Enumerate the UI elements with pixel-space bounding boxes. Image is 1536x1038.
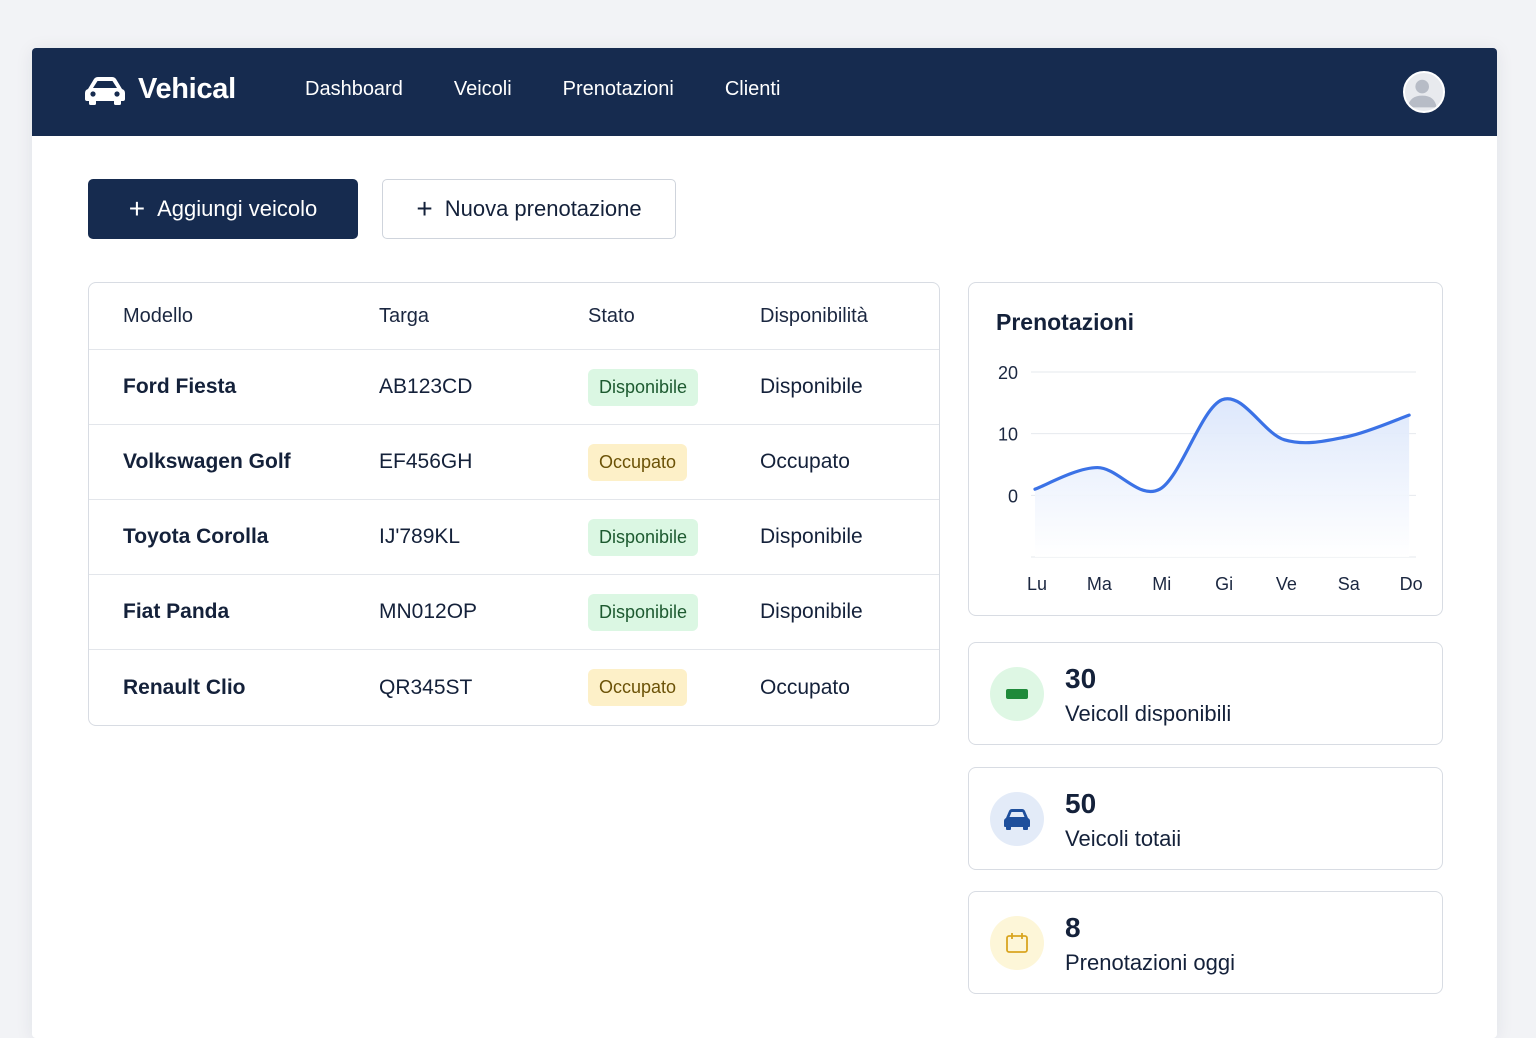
vehicles-table: Modello Targa Stato Disponibilità Ford F… — [88, 282, 940, 726]
stat-card-total[interactable]: 50 Veicoli totaii — [968, 767, 1443, 870]
y-tick-label: 20 — [998, 363, 1018, 383]
plate-cell: QR345ST — [379, 675, 473, 699]
app-window: Vehical Dashboard Veicoli Prenotazioni C… — [32, 48, 1497, 1038]
status-cell: Disponibile — [588, 575, 699, 649]
app-name: Vehical — [138, 72, 236, 105]
header-targa[interactable]: Targa — [379, 283, 429, 349]
car-logo-icon — [85, 77, 125, 105]
status-badge: Occupato — [588, 443, 688, 481]
bookings-chart-card: 20 10 0 Lu Ma Mi Gi Ve Sa Do Prenotazioni — [968, 282, 1443, 616]
model-cell: Ford Fiesta — [123, 375, 237, 398]
calendar-icon — [990, 916, 1044, 970]
table-header: Modello Targa Stato Disponibilità — [89, 283, 939, 350]
table-row[interactable]: Fiat Panda MN012OP Disponibile Disponibi… — [89, 575, 939, 650]
x-tick-label: Ma — [1087, 574, 1113, 594]
today-count: 8 — [1065, 912, 1081, 943]
status-cell: Disponibile — [588, 350, 699, 424]
nav-clienti[interactable]: Clienti — [725, 78, 781, 101]
availability-cell: Occupato — [760, 675, 850, 699]
plus-icon: + — [128, 193, 146, 224]
main-nav: Dashboard Veicoli Prenotazioni Clienti — [305, 78, 831, 101]
chart-title: Prenotazioni — [996, 309, 1135, 335]
status-cell: Occupato — [588, 650, 688, 725]
x-tick-label: Sa — [1338, 574, 1361, 594]
add-vehicle-button[interactable]: + Aggiungi veicolo — [88, 179, 358, 239]
x-tick-label: Ve — [1276, 574, 1297, 594]
plate-cell: IJ'789KL — [379, 525, 461, 548]
y-tick-label: 0 — [1008, 486, 1018, 506]
model-cell: Renault Clio — [123, 675, 246, 699]
stat-card-today[interactable]: 8 Prenotazioni oggi — [968, 891, 1443, 994]
stat-card-available[interactable]: 30 Veicoll disponibili — [968, 642, 1443, 745]
plus-icon: + — [416, 193, 433, 224]
model-cell: Toyota Corolla — [123, 525, 269, 548]
nav-dashboard[interactable]: Dashboard — [305, 78, 403, 101]
availability-cell: Disponibile — [760, 525, 863, 548]
x-tick-label: Lu — [1027, 574, 1047, 594]
x-tick-label: Gi — [1215, 574, 1233, 594]
available-label: Veicoll disponibili — [1065, 701, 1232, 726]
table-row[interactable]: Volkswagen Golf EF456GH Occupato Occupat… — [89, 425, 939, 500]
nav-prenotazioni[interactable]: Prenotazioni — [563, 78, 674, 101]
model-cell: Fiat Panda — [123, 600, 230, 623]
availability-cell: Occupato — [760, 450, 850, 473]
availability-cell: Disponibile — [760, 600, 863, 623]
x-tick-label: Do — [1400, 574, 1423, 594]
header-modello[interactable]: Modello — [123, 283, 193, 349]
status-badge: Disponibile — [588, 593, 699, 631]
table-row[interactable]: Ford Fiesta AB123CD Disponibile Disponib… — [89, 350, 939, 425]
green-card-icon — [990, 667, 1044, 721]
header-disponibilita[interactable]: Disponibilità — [760, 283, 868, 349]
car-icon — [990, 792, 1044, 846]
today-label: Prenotazioni oggi — [1065, 950, 1236, 975]
status-badge: Disponibile — [588, 368, 699, 406]
table-row[interactable]: Toyota Corolla IJ'789KL Disponibile Disp… — [89, 500, 939, 575]
availability-cell: Disponibile — [760, 375, 863, 398]
user-avatar[interactable] — [1403, 71, 1445, 113]
table-row[interactable]: Renault Clio QR345ST Occupato Occupato — [89, 650, 939, 725]
available-count: 30 — [1065, 663, 1097, 694]
total-count: 50 — [1065, 788, 1097, 819]
header-stato[interactable]: Stato — [588, 283, 635, 349]
plate-cell: EF456GH — [379, 450, 473, 473]
add-vehicle-label: Aggiungi veicolo — [157, 196, 318, 221]
new-booking-button[interactable]: + Nuova prenotazione — [382, 179, 676, 239]
plate-cell: MN012OP — [379, 600, 478, 623]
status-badge: Disponibile — [588, 518, 699, 556]
new-booking-label: Nuova prenotazione — [444, 196, 642, 221]
brand-logo[interactable]: Vehical — [84, 72, 236, 106]
x-tick-label: Mi — [1152, 574, 1171, 594]
plate-cell: AB123CD — [379, 375, 473, 398]
series-area — [1035, 398, 1410, 557]
top-navbar: Vehical Dashboard Veicoli Prenotazioni C… — [32, 48, 1497, 136]
status-badge: Occupato — [588, 669, 688, 706]
status-cell: Occupato — [588, 425, 688, 499]
y-tick-label: 10 — [998, 425, 1018, 445]
status-cell: Disponibile — [588, 500, 699, 574]
total-label: Veicoli totaii — [1065, 826, 1182, 851]
nav-veicoli[interactable]: Veicoli — [454, 78, 512, 101]
user-icon — [1407, 79, 1437, 108]
model-cell: Volkswagen Golf — [123, 450, 291, 473]
